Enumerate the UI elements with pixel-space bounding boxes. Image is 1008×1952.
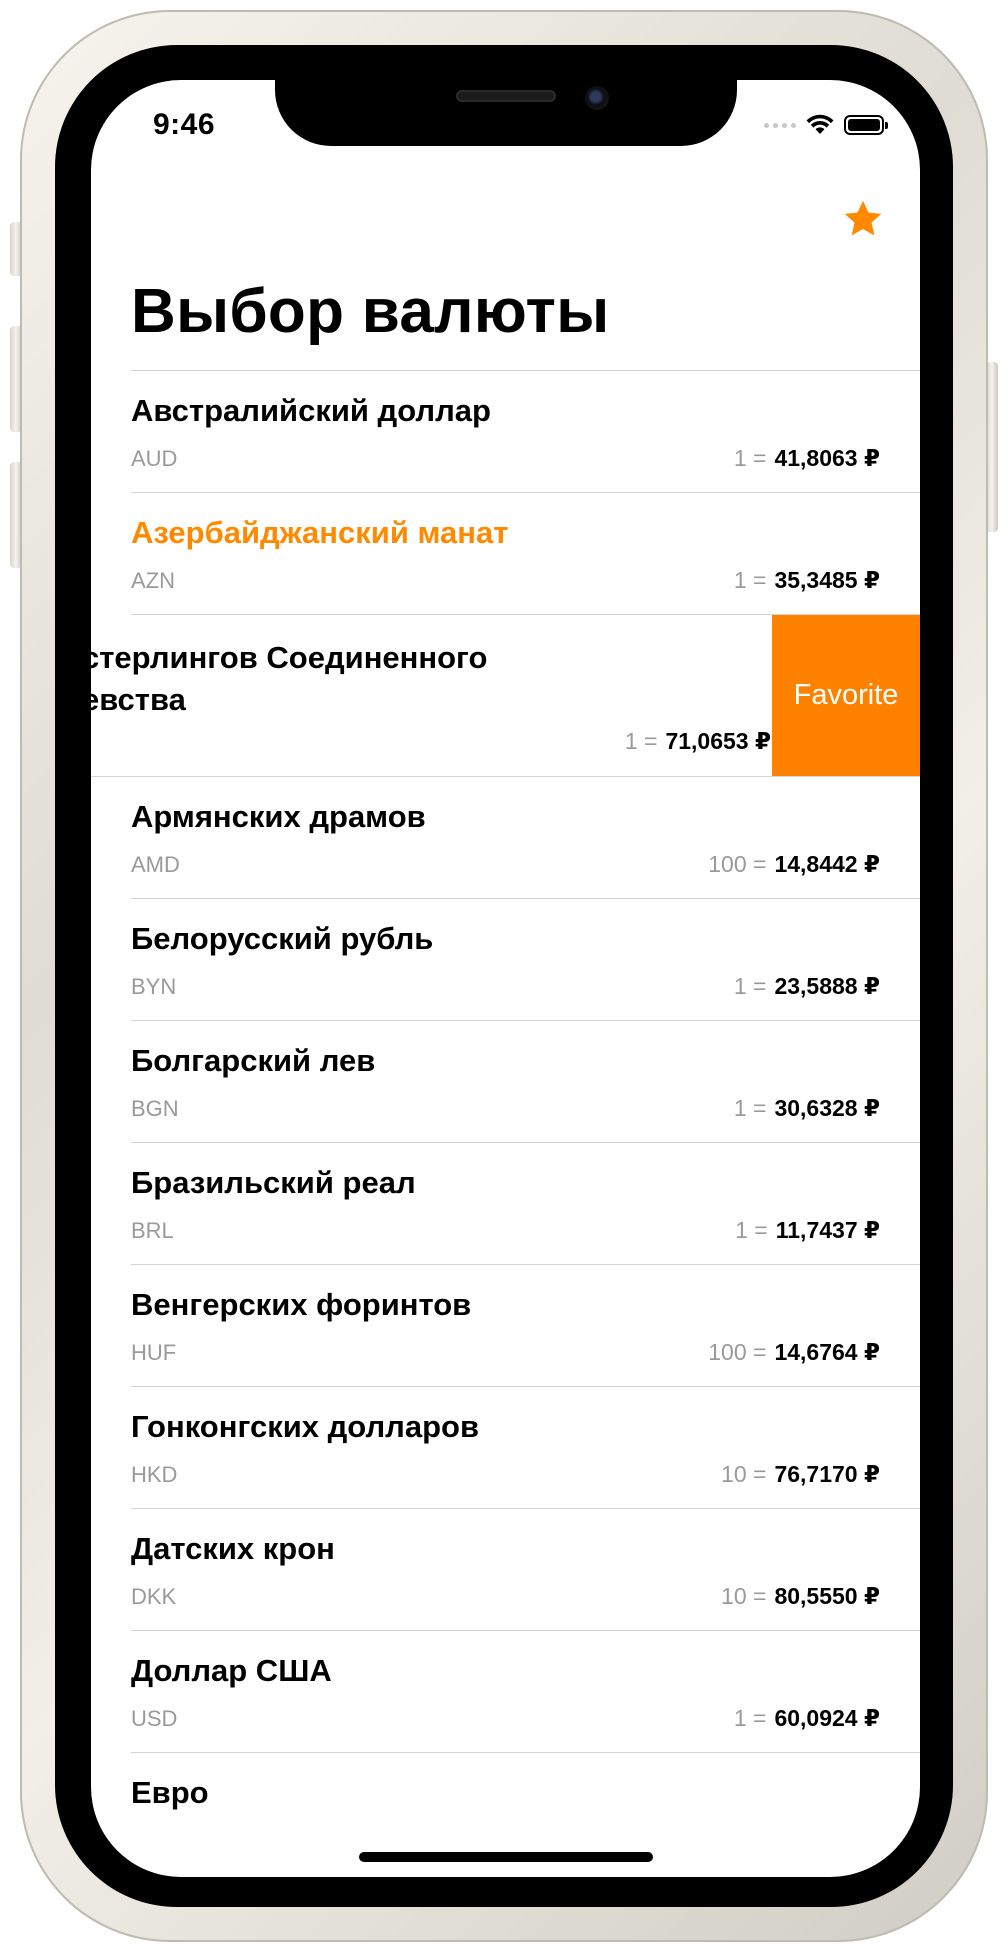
currency-name: Белорусский рубль [131, 921, 434, 956]
rate-units: 1 = [733, 567, 767, 593]
rate-units: 10 = [721, 1461, 767, 1487]
currency-rate: 1 = 60,0924 ₽ [734, 1705, 880, 1732]
screen: 9:46 Выбор валюты Австралийский доллар A… [91, 80, 920, 1877]
currency-code: USD [131, 1706, 178, 1731]
currency-name: Австралийский доллар [131, 393, 491, 428]
rate-value: 23,5888 ₽ [774, 973, 880, 999]
currency-row-hkd[interactable]: Гонконгских долларов HKD 10 = 76,7170 ₽ [131, 1387, 920, 1509]
currency-code: HKD [131, 1462, 178, 1487]
currency-rate: 1 = 35,3485 ₽ [734, 567, 880, 594]
currency-row-amd[interactable]: Армянских драмов AMD 100 = 14,8442 ₽ [131, 777, 920, 899]
battery-icon [844, 115, 888, 135]
rate-value: 41,8063 ₽ [774, 445, 880, 471]
home-indicator[interactable] [359, 1852, 653, 1862]
rate-units: 1 = [733, 973, 767, 999]
rate-units: 1 = [733, 1095, 767, 1121]
rate-value: 71,0653 ₽ [665, 728, 771, 754]
currency-name: стерлингов Соединенного евства [91, 637, 488, 721]
status-icons [764, 112, 888, 138]
currency-name: Гонконгских долларов [131, 1409, 480, 1444]
currency-rate: 1 = 30,6328 ₽ [734, 1095, 880, 1122]
currency-rate: 1 = 41,8063 ₽ [734, 445, 880, 472]
currency-row-bgn[interactable]: Болгарский лев BGN 1 = 30,6328 ₽ [131, 1021, 920, 1143]
currency-code: BGN [131, 1096, 179, 1121]
rate-units: 1 = [735, 1217, 768, 1243]
rate-value: 14,8442 ₽ [774, 851, 880, 877]
rate-value: 60,0924 ₽ [774, 1705, 880, 1731]
currency-row-aud[interactable]: Австралийский доллар AUD 1 = 41,8063 ₽ [131, 371, 920, 493]
rate-units: 1 = [733, 1705, 767, 1731]
swiped-row-content[interactable]: стерлингов Соединенного евства 1 = 71,065… [91, 615, 771, 776]
currency-list[interactable]: Австралийский доллар AUD 1 = 41,8063 ₽ Аз… [91, 371, 920, 1873]
rate-value: 35,3485 ₽ [774, 567, 880, 593]
currency-name: Евро [131, 1775, 209, 1810]
earpiece-speaker [456, 90, 556, 102]
currency-name: Армянских драмов [131, 799, 426, 834]
currency-name-line1: стерлингов Соединенного [91, 640, 488, 675]
currency-name-favorite: Азербайджанский манат [131, 515, 509, 550]
rate-value: 14,6764 ₽ [774, 1339, 880, 1365]
currency-code: BRL [131, 1218, 174, 1243]
currency-name: Болгарский лев [131, 1043, 376, 1078]
rate-units: 1 = [733, 445, 767, 471]
front-camera [585, 86, 609, 110]
currency-rate: 100 = 14,8442 ₽ [708, 851, 880, 878]
rate-value: 30,6328 ₽ [774, 1095, 880, 1121]
currency-name-line2: евства [91, 682, 186, 717]
page-title: Выбор валюты [131, 277, 610, 346]
currency-row-huf[interactable]: Венгерских форинтов HUF 100 = 14,6764 ₽ [131, 1265, 920, 1387]
rate-units: 100 = [708, 1339, 767, 1365]
currency-rate: 1 = 11,7437 ₽ [735, 1217, 880, 1244]
currency-code: AZN [131, 568, 175, 593]
currency-name: Венгерских форинтов [131, 1287, 472, 1322]
currency-code: AMD [131, 852, 180, 877]
notch [275, 80, 737, 146]
rate-units: 1 = [624, 728, 658, 754]
star-icon[interactable] [842, 198, 884, 240]
rate-value: 80,5550 ₽ [774, 1583, 880, 1609]
currency-row-brl[interactable]: Бразильский реал BRL 1 = 11,7437 ₽ [131, 1143, 920, 1265]
currency-code: BYN [131, 974, 177, 999]
currency-code: DKK [131, 1584, 177, 1609]
wifi-icon [806, 114, 834, 134]
currency-name: Бразильский реал [131, 1165, 416, 1200]
currency-code: AUD [131, 446, 178, 471]
rate-value: 76,7170 ₽ [774, 1461, 880, 1487]
currency-row-usd[interactable]: Доллар США USD 1 = 60,0924 ₽ [131, 1631, 920, 1753]
cellular-signal-icon [764, 122, 796, 128]
status-time: 9:46 [153, 108, 216, 141]
currency-name: Доллар США [131, 1653, 332, 1688]
currency-row-azn[interactable]: Азербайджанский манат AZN 1 = 35,3485 ₽ [131, 493, 920, 615]
currency-code: HUF [131, 1340, 177, 1365]
currency-rate: 10 = 80,5550 ₽ [721, 1583, 880, 1610]
currency-row-gbp-swiped[interactable]: стерлингов Соединенного евства 1 = 71,065… [91, 615, 920, 777]
currency-rate: 100 = 14,6764 ₽ [708, 1339, 880, 1366]
currency-rate: 1 = 71,0653 ₽ [625, 728, 771, 755]
currency-rate: 10 = 76,7170 ₽ [721, 1461, 880, 1488]
rate-value: 11,7437 ₽ [775, 1217, 880, 1243]
currency-rate: 1 = 23,5888 ₽ [734, 973, 880, 1000]
currency-name: Датских крон [131, 1531, 335, 1566]
rate-units: 10 = [721, 1583, 767, 1609]
rate-units: 100 = [708, 851, 767, 877]
currency-row-byn[interactable]: Белорусский рубль BYN 1 = 23,5888 ₽ [131, 899, 920, 1021]
currency-row-dkk[interactable]: Датских крон DKK 10 = 80,5550 ₽ [131, 1509, 920, 1631]
favorite-swipe-button[interactable]: Favorite [772, 615, 920, 776]
